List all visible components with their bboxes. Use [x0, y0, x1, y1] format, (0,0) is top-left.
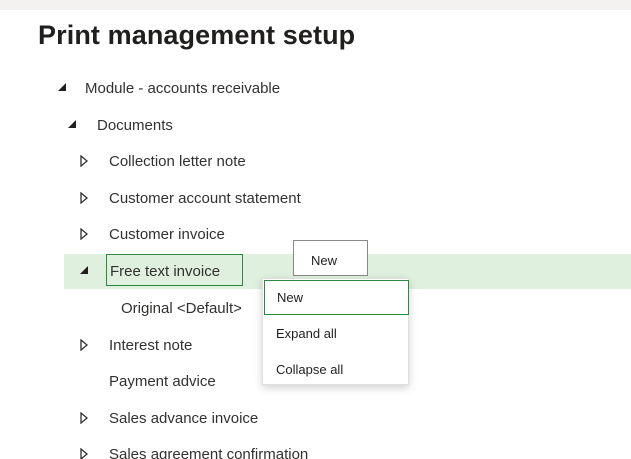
triangle-right-outline-icon[interactable]	[78, 192, 90, 204]
context-menu: New Expand all Collapse all	[262, 278, 409, 385]
tree-node-label: Original <Default>	[121, 300, 242, 317]
tree-node-module[interactable]: Module - accounts receivable	[0, 73, 631, 105]
page-title: Print management setup	[38, 20, 356, 50]
tree-node-documents[interactable]: Documents	[0, 110, 631, 142]
triangle-right-outline-icon[interactable]	[78, 155, 90, 167]
menu-item-label: Collapse all	[276, 362, 344, 377]
triangle-right-outline-icon[interactable]	[78, 448, 90, 459]
menu-item-collapse-all[interactable]: Collapse all	[263, 352, 408, 386]
triangle-down-filled-icon[interactable]	[56, 82, 68, 94]
triangle-down-filled-icon[interactable]	[78, 265, 90, 277]
menu-item-new[interactable]: New	[264, 280, 409, 315]
tree-node-label: Sales agreement confirmation	[109, 446, 309, 459]
tree-node-label: Collection letter note	[109, 153, 246, 170]
tree-node-label: Customer invoice	[109, 226, 225, 243]
print-management-setup-page: Print management setup Module - accounts…	[0, 0, 631, 459]
tree-node-label: Sales advance invoice	[109, 410, 259, 427]
tree-node-label: Documents	[97, 117, 173, 134]
tree-node-sales-agreement-confirmation[interactable]: Sales agreement confirmation	[0, 439, 631, 459]
tree-node-label: Customer account statement	[109, 190, 301, 207]
new-tooltip: New	[293, 240, 368, 276]
menu-item-expand-all[interactable]: Expand all	[263, 316, 408, 350]
tree-node-sales-advance-invoice[interactable]: Sales advance invoice	[0, 403, 631, 435]
tree-node-label: Payment advice	[109, 373, 216, 390]
top-strip	[0, 0, 631, 10]
tree-node-collection-letter-note[interactable]: Collection letter note	[0, 146, 631, 178]
tree-node-customer-account-statement[interactable]: Customer account statement	[0, 183, 631, 215]
triangle-right-outline-icon[interactable]	[78, 339, 90, 351]
tree-node-label: Interest note	[109, 337, 193, 354]
tree-node-label: Module - accounts receivable	[85, 80, 281, 97]
menu-item-label: Expand all	[276, 326, 337, 341]
triangle-right-outline-icon[interactable]	[78, 228, 90, 240]
triangle-right-outline-icon[interactable]	[78, 412, 90, 424]
tooltip-text: New	[311, 253, 338, 268]
menu-item-label: New	[277, 290, 304, 305]
triangle-down-filled-icon[interactable]	[66, 119, 78, 131]
focus-outline	[106, 254, 243, 286]
